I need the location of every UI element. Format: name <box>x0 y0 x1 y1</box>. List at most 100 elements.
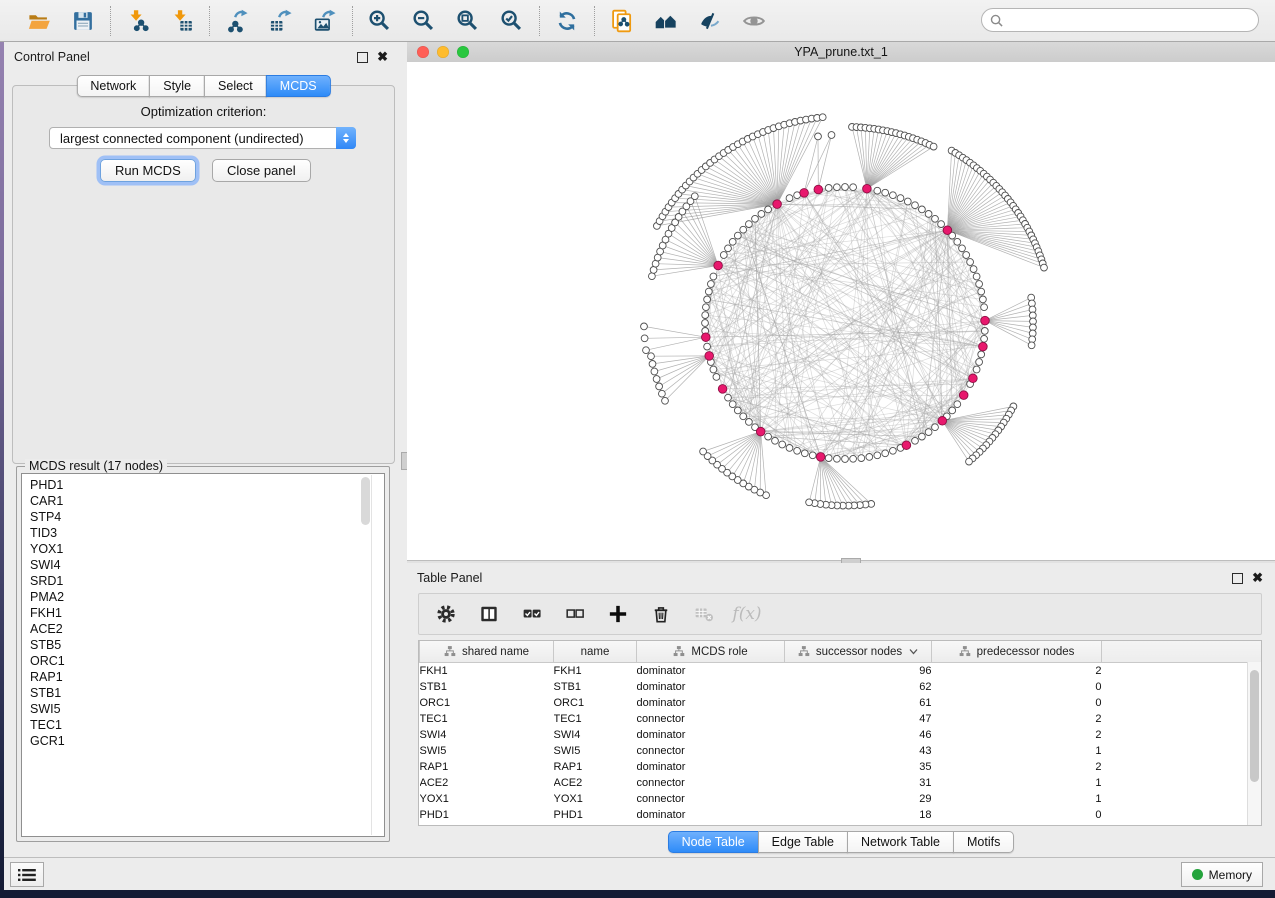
table-row[interactable]: STB1STB1dominator620 <box>420 679 1262 695</box>
mcds-node[interactable] <box>938 417 947 426</box>
network-node[interactable] <box>734 232 741 239</box>
network-node[interactable] <box>932 424 939 431</box>
network-node[interactable] <box>938 221 945 228</box>
network-node[interactable] <box>858 455 865 462</box>
table-cell[interactable]: connector <box>637 775 785 791</box>
network-node[interactable] <box>890 447 897 454</box>
float-table-panel-button[interactable] <box>1232 573 1243 584</box>
mcds-result-item[interactable]: STB1 <box>30 685 384 701</box>
tab-style[interactable]: Style <box>149 75 205 97</box>
mcds-node[interactable] <box>863 184 872 193</box>
network-node[interactable] <box>890 192 897 199</box>
mcds-node[interactable] <box>718 385 727 394</box>
table-cell[interactable]: dominator <box>637 663 785 680</box>
table-cell[interactable]: 1 <box>932 775 1102 791</box>
table-scroll-thumb[interactable] <box>1250 670 1259 782</box>
network-node[interactable] <box>850 455 857 462</box>
mcds-node[interactable] <box>902 441 911 450</box>
table-cell[interactable]: 0 <box>932 679 1102 695</box>
mcds-node[interactable] <box>981 316 990 325</box>
network-node[interactable] <box>713 374 720 381</box>
network-graph[interactable] <box>407 62 1275 560</box>
mcds-node[interactable] <box>979 342 988 351</box>
mcds-result-list[interactable]: PHD1CAR1STP4TID3YOX1SWI4SRD1PMA2FKH1ACE2… <box>21 473 385 837</box>
network-node[interactable] <box>919 433 926 440</box>
table-cell[interactable]: 2 <box>932 727 1102 743</box>
search-box[interactable] <box>981 8 1259 32</box>
search-input[interactable] <box>1008 12 1258 28</box>
network-node[interactable] <box>976 359 983 366</box>
table-cell[interactable]: dominator <box>637 759 785 775</box>
table-cell[interactable]: 18 <box>785 807 932 823</box>
mcds-node[interactable] <box>943 226 952 235</box>
table-cell[interactable]: PHD1 <box>554 807 637 823</box>
run-mcds-button[interactable]: Run MCDS <box>100 159 196 182</box>
apply-function-button[interactable]: f(x) <box>734 601 760 627</box>
table-cell[interactable]: TEC1 <box>420 711 554 727</box>
network-node[interactable] <box>746 221 753 228</box>
table-cell[interactable]: connector <box>637 791 785 807</box>
mcds-result-item[interactable]: YOX1 <box>30 541 384 557</box>
mcds-result-item[interactable]: PHD1 <box>30 477 384 493</box>
network-node[interactable] <box>752 215 759 222</box>
network-node[interactable] <box>819 114 826 121</box>
export-table-button[interactable] <box>266 6 296 36</box>
table-cell[interactable]: ACE2 <box>554 775 637 791</box>
show-columns-button[interactable] <box>476 601 502 627</box>
network-node[interactable] <box>919 206 926 213</box>
import-network-button[interactable] <box>123 6 153 36</box>
table-cell[interactable]: RAP1 <box>554 759 637 775</box>
table-cell[interactable]: 35 <box>785 759 932 775</box>
network-node[interactable] <box>786 195 793 202</box>
table-cell[interactable]: 31 <box>785 775 932 791</box>
mcds-result-item[interactable]: FKH1 <box>30 605 384 621</box>
table-cell[interactable]: 1 <box>932 743 1102 759</box>
network-node[interactable] <box>954 401 961 408</box>
table-cell[interactable]: connector <box>637 743 785 759</box>
table-scrollbar[interactable] <box>1247 662 1261 825</box>
table-cell[interactable]: YOX1 <box>420 791 554 807</box>
table-cell[interactable]: SWI4 <box>420 727 554 743</box>
mcds-result-item[interactable]: CAR1 <box>30 493 384 509</box>
mcds-result-item[interactable]: TID3 <box>30 525 384 541</box>
network-node[interactable] <box>904 198 911 205</box>
network-node[interactable] <box>801 450 808 457</box>
network-node[interactable] <box>703 304 710 311</box>
zoom-out-button[interactable] <box>409 6 439 36</box>
result-scroll-thumb[interactable] <box>361 477 370 525</box>
network-node[interactable] <box>700 448 707 455</box>
table-cell[interactable]: ORC1 <box>554 695 637 711</box>
save-session-button[interactable] <box>68 6 98 36</box>
tab-node-table[interactable]: Node Table <box>668 831 759 853</box>
network-node[interactable] <box>932 215 939 222</box>
table-cell[interactable]: PHD1 <box>420 807 554 823</box>
network-node[interactable] <box>772 437 779 444</box>
network-overview-button[interactable] <box>651 6 681 36</box>
network-node[interactable] <box>981 335 988 342</box>
network-node[interactable] <box>1028 342 1035 349</box>
network-node[interactable] <box>967 259 974 266</box>
delete-column-button[interactable] <box>648 601 674 627</box>
show-graphics-details-button[interactable] <box>739 6 769 36</box>
network-node[interactable] <box>725 245 732 252</box>
network-node[interactable] <box>981 328 988 335</box>
network-node[interactable] <box>708 281 715 288</box>
tab-edge-table[interactable]: Edge Table <box>758 831 848 853</box>
mcds-result-item[interactable]: PMA2 <box>30 589 384 605</box>
network-node[interactable] <box>1041 264 1048 271</box>
network-node[interactable] <box>794 447 801 454</box>
network-node[interactable] <box>659 390 666 397</box>
network-node[interactable] <box>643 347 650 354</box>
refresh-network-button[interactable] <box>552 6 582 36</box>
network-titlebar[interactable]: YPA_prune.txt_1 <box>407 42 1275 63</box>
network-node[interactable] <box>973 366 980 373</box>
table-cell[interactable]: dominator <box>637 679 785 695</box>
mcds-node[interactable] <box>816 453 825 462</box>
network-node[interactable] <box>970 266 977 273</box>
mcds-node[interactable] <box>800 189 809 198</box>
network-node[interactable] <box>740 413 747 420</box>
close-panel-button[interactable]: ✖ <box>377 52 388 62</box>
network-node[interactable] <box>981 304 988 311</box>
network-node[interactable] <box>662 397 669 404</box>
close-table-panel-button[interactable]: ✖ <box>1252 573 1263 583</box>
